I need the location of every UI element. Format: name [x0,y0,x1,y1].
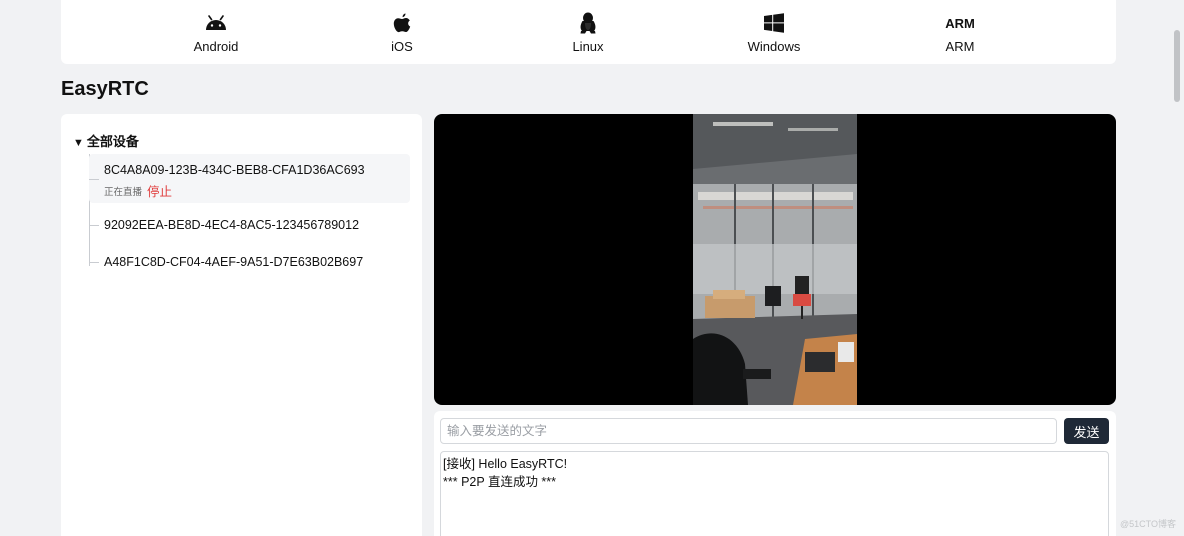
device-tree-panel: ▼ 全部设备 8C4A8A09-123B-434C-BEB8-CFA1D36AC6… [61,114,422,536]
video-player[interactable] [434,114,1116,405]
tree-root-all-devices[interactable]: ▼ 全部设备 [73,131,139,150]
platform-windows[interactable]: Windows [714,12,834,54]
chat-panel: 发送 [接收] Hello EasyRTC! *** P2P 直连成功 *** [434,411,1116,536]
platform-label-arm: ARM [945,39,975,54]
apple-icon [342,12,462,34]
device-item[interactable]: A48F1C8D-CF04-4AEF-9A51-D7E63B02B697 [89,251,410,273]
platform-ios[interactable]: iOS [342,12,462,54]
log-line: *** P2P 直连成功 *** [443,475,557,489]
video-frame [693,114,857,405]
device-id: A48F1C8D-CF04-4AEF-9A51-D7E63B02B697 [104,255,364,269]
arm-logo: ARM [900,12,1020,34]
platform-android[interactable]: Android [156,12,276,54]
device-id: 92092EEA-BE8D-4EC4-8AC5-123456789012 [104,218,360,232]
device-item[interactable]: 92092EEA-BE8D-4EC4-8AC5-123456789012 [89,214,410,236]
video-frame-image [693,114,857,405]
platform-linux[interactable]: Linux [528,12,648,54]
platform-label-ios: iOS [391,39,413,54]
device-item[interactable]: 8C4A8A09-123B-434C-BEB8-CFA1D36AC693 正在直… [89,154,410,203]
tree-root-label: 全部设备 [86,134,139,149]
page-scrollbar[interactable] [1174,0,1180,536]
message-log[interactable]: [接收] Hello EasyRTC! *** P2P 直连成功 *** [440,451,1109,536]
log-line: [接收] Hello EasyRTC! [443,457,568,471]
watermark: @51CTO博客 [1120,519,1176,529]
caret-down-icon: ▼ [73,137,84,149]
linux-penguin-icon [528,12,648,34]
platform-label-android: Android [193,39,239,54]
platform-arm[interactable]: ARM ARM [900,12,1020,55]
send-button[interactable]: 发送 [1064,418,1109,444]
windows-icon [714,12,834,34]
arm-logo-text: ARM [945,15,975,31]
scroll-thumb[interactable] [1174,30,1180,102]
device-status-row: 正在直播 停止 [89,181,410,200]
platform-label-linux: Linux [572,39,604,54]
live-status-text: 正在直播 [104,186,143,198]
device-id: 8C4A8A09-123B-434C-BEB8-CFA1D36AC693 [104,163,365,177]
platform-label-windows: Windows [747,39,801,54]
message-input[interactable] [440,418,1057,444]
stop-button[interactable]: 停止 [147,181,172,200]
android-icon [156,12,276,34]
page-title: EasyRTC [61,78,149,100]
platform-bar: Android iOS Linux Windows ARM ARM [61,0,1116,64]
